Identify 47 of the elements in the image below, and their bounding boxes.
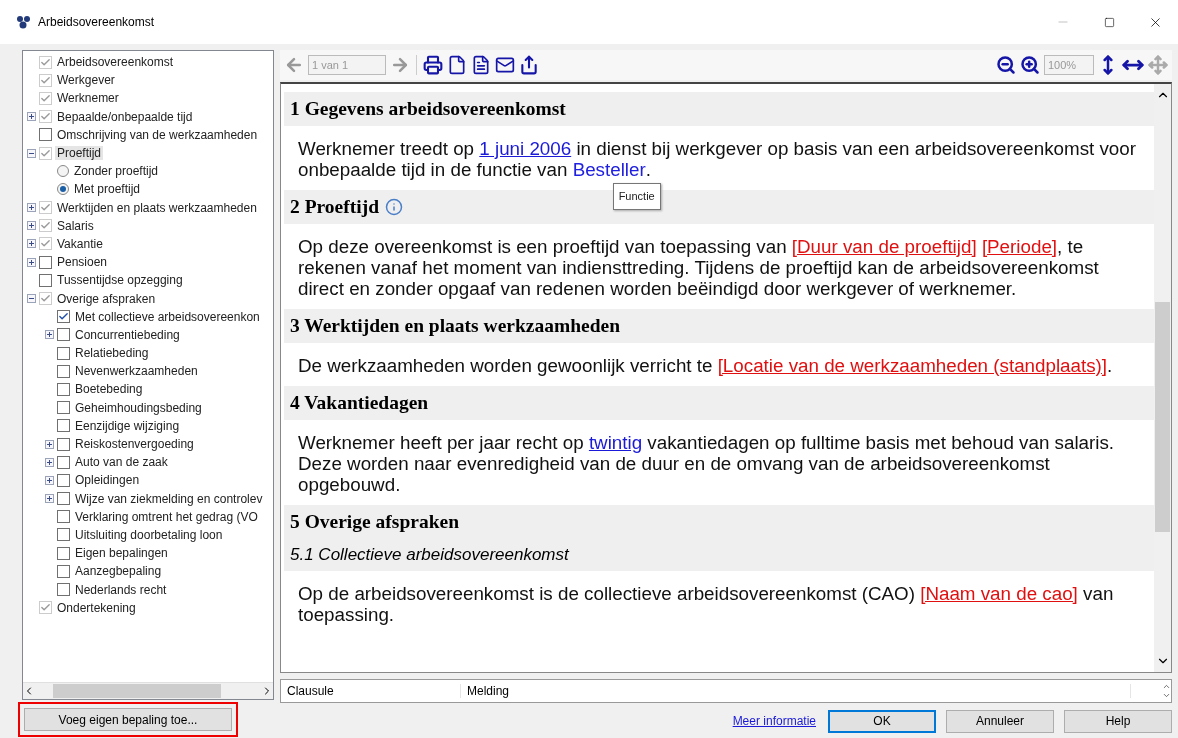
checkbox[interactable] — [39, 255, 52, 269]
app-logo-icon — [16, 15, 32, 29]
tree-item[interactable]: Pensioen — [55, 255, 110, 270]
zoom-out-icon[interactable] — [996, 55, 1016, 75]
paragraph: Op deze overeenkomst is een proeftijd van toepassing van [Duur van de proeftijd] [Periode], te rekenen vanaf het moment van indiensttreding. Tijdens de proeftijd kan de arbeidsovereenkomst direct en zonder opgaaf van redenen worden beëindigd door werkgever of werknemer. — [297, 235, 1100, 301]
share-icon[interactable] — [519, 55, 539, 75]
paragraph: Werknemer heeft per jaar recht op twintig vakantiedagen op fulltime basis met behoud van salaris. Deze worden naar evenredigheid van de duur en de omvang van de arbeidsovereenkomst opgebouwd. — [297, 431, 1116, 497]
tree-item[interactable]: Tussentijdse opzegging — [55, 273, 185, 288]
field-value[interactable]: Besteller — [572, 159, 646, 180]
document-icon[interactable] — [471, 55, 491, 75]
paragraph: De werkzaamheden worden gewoonlijk verricht te [Locatie van de werkzaamheden (standplaats)]. — [297, 354, 1114, 378]
column-header[interactable]: Melding — [461, 684, 1131, 698]
section-heading: 5 Overige afspraken — [290, 511, 459, 533]
info-icon[interactable] — [385, 198, 403, 216]
checkbox[interactable] — [39, 273, 52, 287]
section-heading: 1 Gegevens arbeidsovereenkomst — [290, 98, 566, 120]
tree-item[interactable]: Omschrijving van de werkzaamheden — [55, 127, 260, 142]
date-link[interactable]: twintig — [588, 432, 643, 453]
zoom-in-icon[interactable] — [1020, 55, 1040, 75]
column-header[interactable]: Clausule — [281, 684, 461, 698]
placeholder-link[interactable]: [Locatie van de werkzaamheden (standplaats)] — [717, 355, 1108, 376]
subsection-heading: 5.1 Collectieve arbeidsovereenkomst — [284, 539, 1154, 571]
mail-icon[interactable] — [495, 55, 515, 75]
maximize-icon — [1103, 16, 1115, 28]
placeholder-link[interactable]: [Naam van de cao] — [920, 583, 1078, 604]
checkbox[interactable] — [39, 128, 52, 142]
paragraph: Op de arbeidsovereenkomst is de collectieve arbeidsovereenkomst (CAO) [Naam van de cao] van toepassing. — [297, 582, 1115, 627]
down-icon[interactable] — [1162, 691, 1171, 700]
add-clause-button[interactable]: Voeg eigen bepaling toe... — [24, 708, 232, 731]
dialog-button[interactable]: Annuleer — [946, 709, 1054, 733]
up-icon[interactable] — [1162, 682, 1171, 691]
dialog-button[interactable]: OK — [828, 709, 936, 733]
placeholder-link[interactable]: [Duur van de proeftijd] — [791, 236, 977, 257]
expand-icon[interactable] — [27, 257, 36, 267]
window-title: Arbeidsovereenkomst — [38, 15, 156, 29]
placeholder-link[interactable]: [Periode] — [981, 236, 1058, 257]
tooltip: Functie — [612, 183, 661, 210]
spin-icon[interactable] — [1162, 682, 1171, 700]
date-link[interactable]: 1 juni 2006 — [479, 138, 572, 159]
section-heading: 3 Werktijden en plaats werkzaamheden — [290, 315, 621, 337]
dialog-button[interactable]: Help — [1064, 709, 1172, 733]
print-icon[interactable] — [423, 55, 443, 75]
more-info-link[interactable]: Meer informatie — [732, 714, 816, 728]
section-heading: 2 Proeftijd — [290, 196, 379, 218]
horizontal-scrollbar[interactable] — [23, 682, 273, 699]
section-heading: 4 Vakantiedagen — [290, 392, 429, 414]
vertical-scrollbar[interactable] — [1154, 84, 1171, 672]
